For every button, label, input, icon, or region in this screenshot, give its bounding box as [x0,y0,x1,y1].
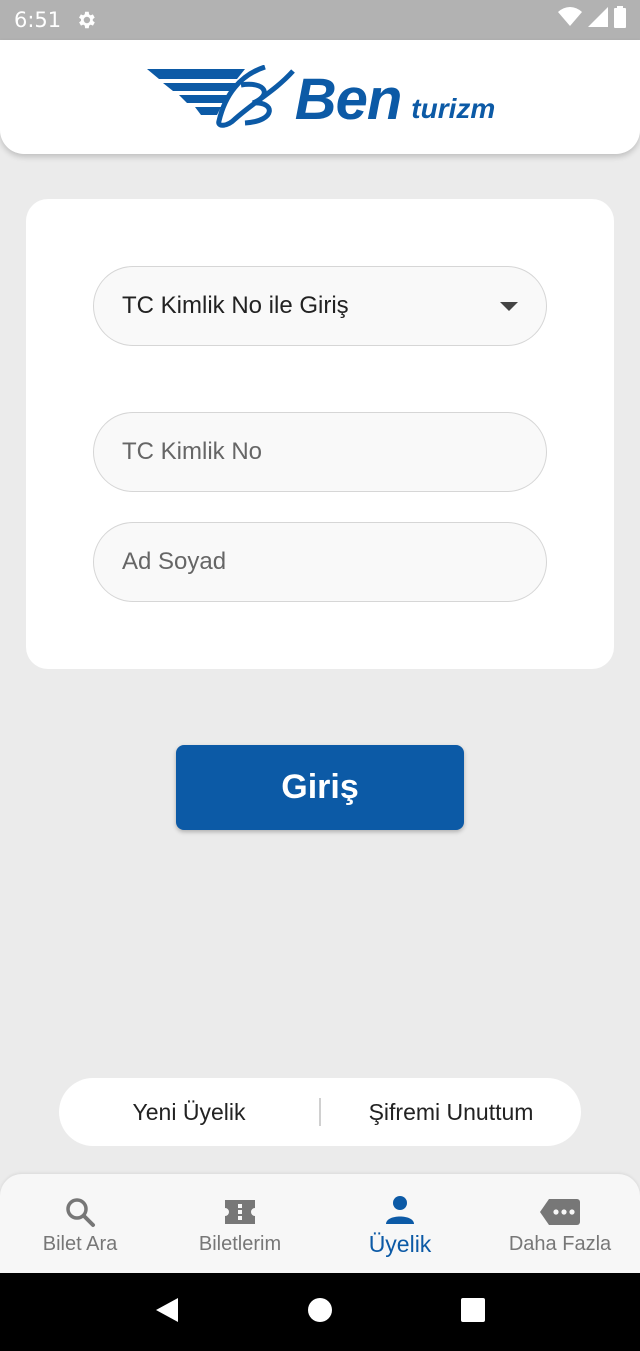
nav-item-bilet-ara[interactable]: Bilet Ara [0,1174,160,1273]
tc-kimlik-placeholder: TC Kimlik No [122,438,263,465]
logo-brand-text: Ben [294,67,403,132]
nav-item-daha-fazla[interactable]: Daha Fazla [480,1174,640,1273]
bottom-nav: Bilet Ara Biletlerim Üyelik Daha Fazla [0,1174,640,1273]
back-icon[interactable] [154,1296,180,1329]
nav-item-uyelik[interactable]: Üyelik [320,1174,480,1273]
recents-icon[interactable] [460,1297,486,1328]
chevron-down-icon [500,301,518,311]
login-card: TC Kimlik No ile Giriş TC Kimlik No Ad S… [26,199,614,669]
account-links: Yeni Üyelik Şifremi Unuttum [59,1078,581,1146]
brand-logo: Ben turizm [145,65,496,132]
battery-icon [614,6,626,34]
forgot-password-link[interactable]: Şifremi Unuttum [321,1099,581,1126]
logo-sub-text: turizm [411,93,496,124]
status-time: 6:51 [14,8,62,32]
ad-soyad-input[interactable]: Ad Soyad [93,522,547,602]
login-method-select[interactable]: TC Kimlik No ile Giriş [93,266,547,346]
login-method-value: TC Kimlik No ile Giriş [122,292,349,319]
person-icon [384,1193,416,1227]
more-icon [539,1195,581,1229]
system-nav-bar [0,1273,640,1351]
app-header: Ben turizm [0,40,640,154]
tc-kimlik-input[interactable]: TC Kimlik No [93,412,547,492]
nav-label-uyelik: Üyelik [368,1231,432,1257]
search-icon [64,1195,96,1229]
ad-soyad-placeholder: Ad Soyad [122,548,227,575]
wifi-icon [558,7,582,33]
status-bar: 6:51 [0,0,640,40]
ticket-icon [222,1195,258,1229]
logo-wing-icon [146,65,295,128]
nav-label-biletlerim: Biletlerim [198,1233,282,1255]
signal-icon [588,7,608,33]
register-link[interactable]: Yeni Üyelik [59,1099,319,1126]
nav-item-biletlerim[interactable]: Biletlerim [160,1174,320,1273]
login-button[interactable]: Giriş [176,745,464,830]
gear-icon [75,9,97,31]
home-icon[interactable] [307,1297,333,1328]
nav-label-daha-fazla: Daha Fazla [508,1233,612,1255]
nav-label-bilet-ara: Bilet Ara [42,1233,118,1255]
